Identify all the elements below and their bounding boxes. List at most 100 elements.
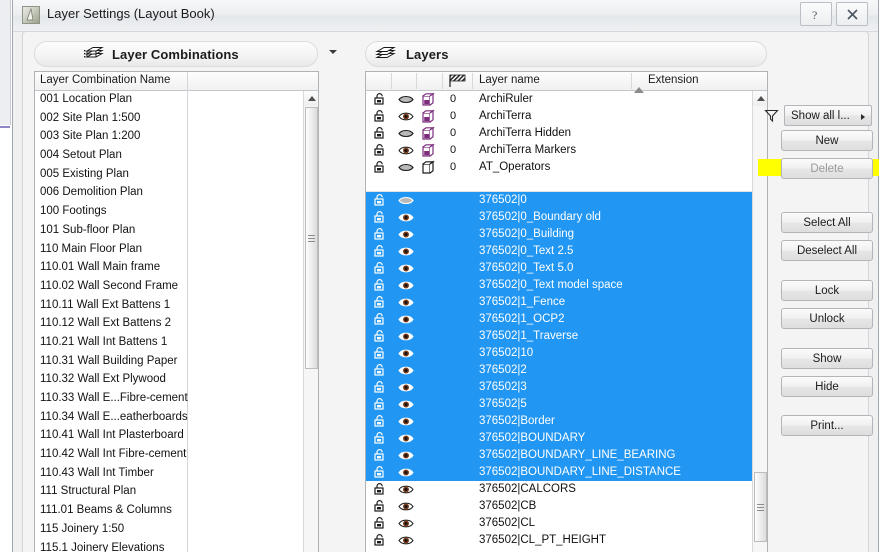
eye-open-icon[interactable] <box>398 399 414 413</box>
layer-combination-row[interactable]: 110.31 Wall Building Paper <box>35 353 318 372</box>
eye-open-icon[interactable] <box>398 518 414 532</box>
eye-open-icon[interactable] <box>398 484 414 498</box>
unlocked-padlock-icon[interactable] <box>374 144 388 159</box>
layer-combinations-list[interactable]: Layer Combination Name 001 Location Plan… <box>34 71 319 552</box>
unlocked-padlock-icon[interactable] <box>374 432 388 447</box>
show-all-layers-dropdown[interactable]: Show all l... <box>784 105 872 126</box>
show-button[interactable]: Show <box>781 348 873 369</box>
column-header-layer-name[interactable]: Layer name <box>479 74 540 86</box>
layer-row[interactable]: 376502|0_Building <box>366 226 767 243</box>
layers-list[interactable]: Layer name Extension 0 ArchiRuler 0 ArchiTe… <box>365 71 768 552</box>
unlocked-padlock-icon[interactable] <box>374 211 388 226</box>
unlocked-padlock-icon[interactable] <box>374 415 388 430</box>
layer-pen-number[interactable]: 0 <box>450 127 456 139</box>
eye-open-icon[interactable] <box>398 450 414 464</box>
layer-row[interactable]: 376502|BOUNDARY <box>366 430 767 447</box>
unlocked-padlock-icon[interactable] <box>374 93 388 108</box>
eye-closed-icon[interactable] <box>398 128 414 142</box>
eye-closed-icon[interactable] <box>398 94 414 108</box>
eye-open-icon[interactable] <box>398 280 414 294</box>
layer-pen-number[interactable]: 0 <box>450 110 456 122</box>
unlocked-padlock-icon[interactable] <box>374 347 388 362</box>
layer-row[interactable]: 0 ArchiTerra <box>366 108 767 125</box>
combinations-scrollbar[interactable] <box>303 91 318 552</box>
layer-combination-row[interactable]: 110.41 Wall Int Plasterboard <box>35 427 318 446</box>
layer-row[interactable]: 376502|0_Text 2.5 <box>366 243 767 260</box>
layer-combination-row[interactable]: 110.21 Wall Int Battens 1 <box>35 334 318 353</box>
layer-combination-row[interactable]: 004 Setout Plan <box>35 147 318 166</box>
unlocked-padlock-icon[interactable] <box>374 517 388 532</box>
layer-row[interactable]: 376502|0_Text 5.0 <box>366 260 767 277</box>
column-header-extension[interactable]: Extension <box>648 74 699 86</box>
layer-row[interactable]: 376502|CL <box>366 515 767 532</box>
layer-row[interactable]: 376502|CL_PT_HEIGHT <box>366 532 767 549</box>
lock-button[interactable]: Lock <box>781 280 873 301</box>
unlocked-padlock-icon[interactable] <box>374 194 388 209</box>
layer-combination-row[interactable]: 110.02 Wall Second Frame <box>35 278 318 297</box>
combinations-scroll-up-button[interactable] <box>304 91 318 106</box>
column-divider-pen[interactable] <box>472 73 473 89</box>
layer-row[interactable]: 376502|Border <box>366 413 767 430</box>
layer-combination-row[interactable]: 111.01 Beams & Columns <box>35 502 318 521</box>
layer-combination-row[interactable]: 003 Site Plan 1:200 <box>35 128 318 147</box>
layer-row[interactable]: 0 ArchiRuler <box>366 91 767 108</box>
unlocked-padlock-icon[interactable] <box>374 262 388 277</box>
wireframe-off-icon[interactable] <box>422 160 437 178</box>
layer-combination-row[interactable]: 110.33 Wall E...Fibre-cement <box>35 390 318 409</box>
layer-row[interactable]: 376502|5 <box>366 396 767 413</box>
layer-combination-row[interactable]: 100 Footings <box>35 203 318 222</box>
layer-combination-row[interactable]: 002 Site Plan 1:500 <box>35 110 318 129</box>
layer-row[interactable]: 0 AT_Operators <box>366 159 767 176</box>
filter-icon[interactable] <box>764 109 779 127</box>
layer-pen-number[interactable]: 0 <box>450 144 456 156</box>
eye-open-icon[interactable] <box>398 229 414 243</box>
unlocked-padlock-icon[interactable] <box>374 449 388 464</box>
layer-row[interactable]: 376502|CALCORS <box>366 481 767 498</box>
eye-open-icon[interactable] <box>398 111 414 125</box>
unlocked-padlock-icon[interactable] <box>374 500 388 515</box>
column-divider-lock[interactable] <box>391 73 392 89</box>
pane-header-layer-combinations[interactable]: Layer Combinations <box>34 41 318 67</box>
layers-scroll-up-button[interactable] <box>753 91 767 106</box>
layer-row[interactable]: 376502|0 <box>366 192 767 209</box>
unlocked-padlock-icon[interactable] <box>374 110 388 125</box>
print-button[interactable]: Print... <box>781 415 873 436</box>
layer-combination-row[interactable]: 115.1 Joinery Elevations <box>35 540 318 552</box>
unlocked-padlock-icon[interactable] <box>374 245 388 260</box>
eye-open-icon[interactable] <box>398 263 414 277</box>
eye-open-icon[interactable] <box>398 382 414 396</box>
unlocked-padlock-icon[interactable] <box>374 398 388 413</box>
column-header-layer-combination-name[interactable]: Layer Combination Name <box>40 74 170 86</box>
unlocked-padlock-icon[interactable] <box>374 161 388 176</box>
layer-row[interactable]: 376502|2 <box>366 362 767 379</box>
new-button[interactable]: New <box>781 130 873 151</box>
unlocked-padlock-icon[interactable] <box>374 279 388 294</box>
eye-open-icon[interactable] <box>398 331 414 345</box>
unlocked-padlock-icon[interactable] <box>374 483 388 498</box>
combinations-dropdown-caret-icon[interactable] <box>329 50 337 54</box>
unlocked-padlock-icon[interactable] <box>374 330 388 345</box>
unlocked-padlock-icon[interactable] <box>374 228 388 243</box>
eye-open-icon[interactable] <box>398 416 414 430</box>
layer-combination-row[interactable]: 111 Structural Plan <box>35 483 318 502</box>
layer-combination-row[interactable]: 006 Demolition Plan <box>35 184 318 203</box>
layer-row[interactable]: 376502|10 <box>366 345 767 362</box>
layer-row[interactable]: 0 ArchiTerra Hidden <box>366 125 767 142</box>
eye-closed-icon[interactable] <box>398 162 414 176</box>
eye-open-icon[interactable] <box>398 145 414 159</box>
layer-row[interactable]: 376502|1_Traverse <box>366 328 767 345</box>
close-button[interactable] <box>836 2 868 26</box>
unlocked-padlock-icon[interactable] <box>374 381 388 396</box>
layer-combination-row[interactable]: 101 Sub-floor Plan <box>35 222 318 241</box>
layer-combination-row[interactable]: 110.42 Wall Int Fibre-cement <box>35 446 318 465</box>
layers-rows[interactable]: 0 ArchiRuler 0 ArchiTerra 0 ArchiTerra Hidden… <box>366 91 767 552</box>
layer-row[interactable]: 376502|BOUNDARY_LINE_BEARING <box>366 447 767 464</box>
eye-open-icon[interactable] <box>398 501 414 515</box>
help-button[interactable]: ? <box>800 2 832 26</box>
column-divider-name[interactable] <box>631 73 632 89</box>
layer-pen-number[interactable]: 0 <box>450 93 456 105</box>
layers-scroll-thumb[interactable] <box>754 472 767 542</box>
layer-combination-row[interactable]: 110.12 Wall Ext Battens 2 <box>35 315 318 334</box>
select-all-button[interactable]: Select All <box>781 212 873 233</box>
layer-row[interactable]: 376502|1_OCP2 <box>366 311 767 328</box>
